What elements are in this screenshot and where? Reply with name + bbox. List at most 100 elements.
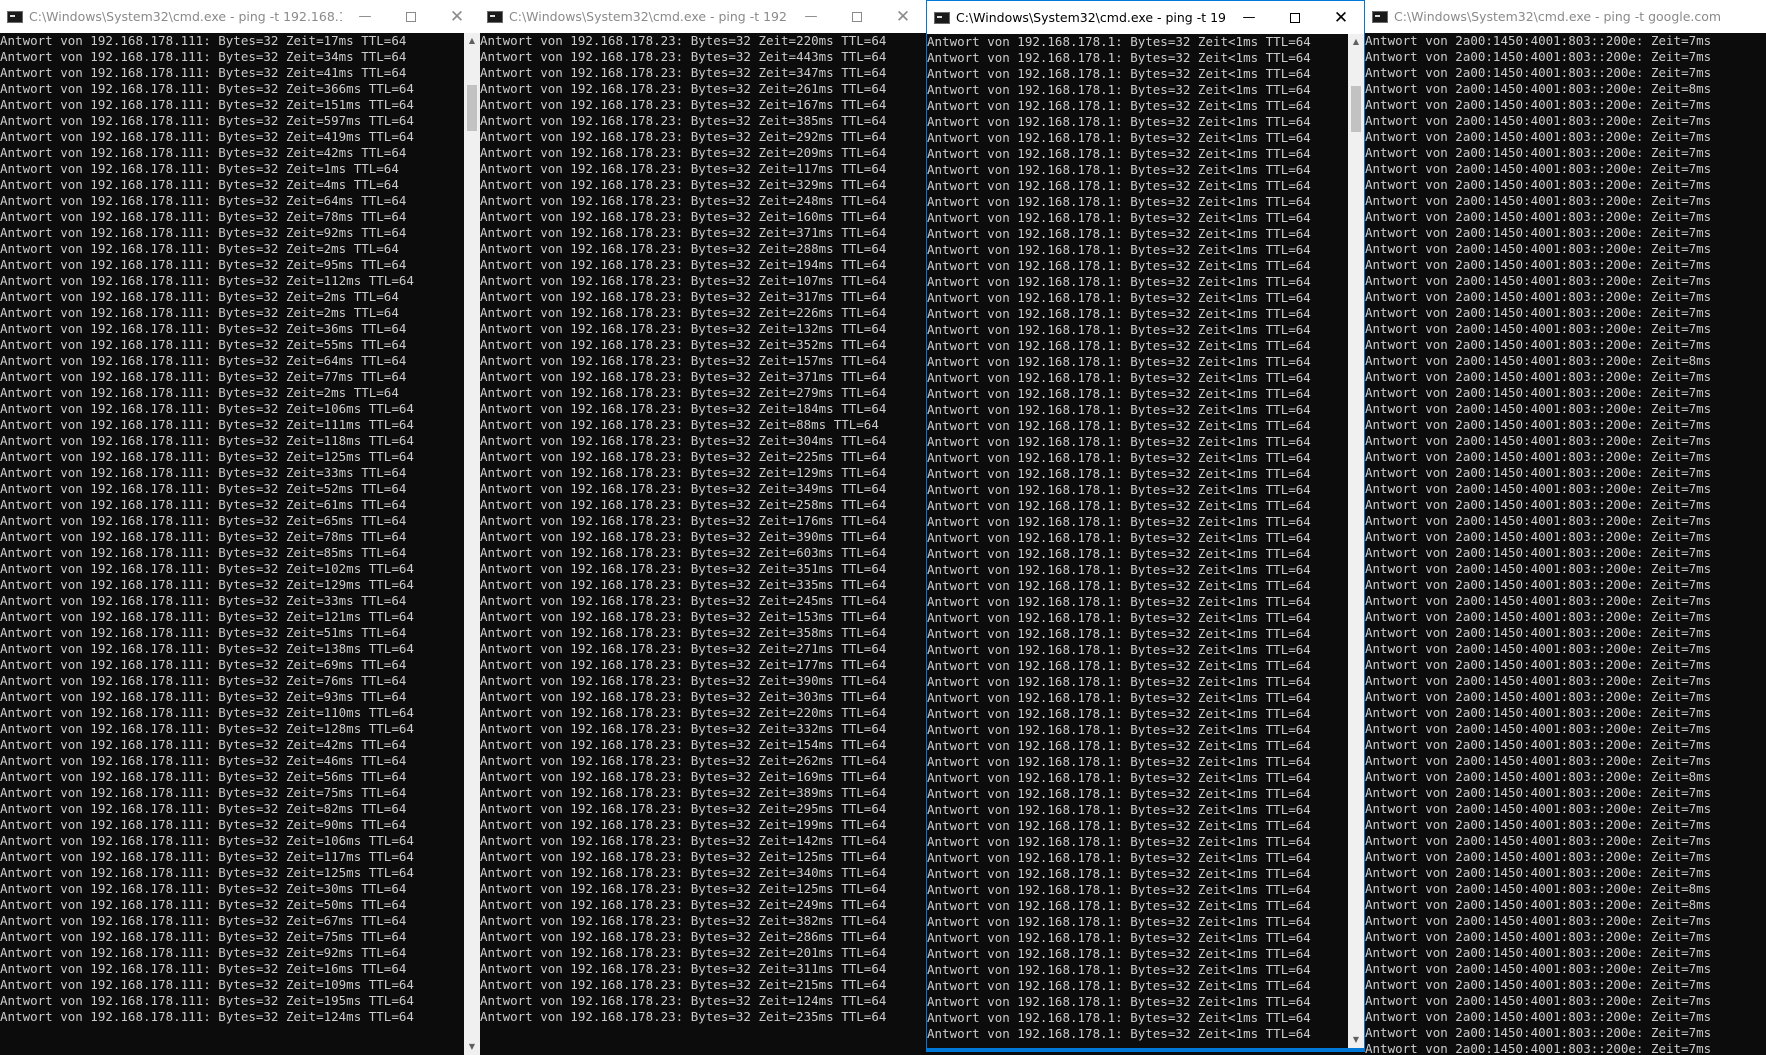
console-line: Antwort von 192.168.178.111: Bytes=32 Ze… [0,193,407,208]
console-line: Antwort von 192.168.178.23: Bytes=32 Zei… [480,769,887,784]
console-line: Antwort von 192.168.178.1: Bytes=32 Zeit… [927,306,1311,321]
console-line: Antwort von 192.168.178.1: Bytes=32 Zeit… [927,706,1311,721]
scrollbar-thumb[interactable] [467,85,477,131]
console-line: Antwort von 2a00:1450:4001:803::200e: Ze… [1365,369,1712,384]
console-line: Antwort von 2a00:1450:4001:803::200e: Ze… [1365,705,1712,720]
console-line: Antwort von 192.168.178.111: Bytes=32 Ze… [0,849,414,864]
console-line: Antwort von 2a00:1450:4001:803::200e: Ze… [1365,1025,1712,1040]
console-line: Antwort von 192.168.178.23: Bytes=32 Zei… [480,529,887,544]
console-line: Antwort von 192.168.178.1: Bytes=32 Zeit… [927,338,1311,353]
console-line: Antwort von 192.168.178.23: Bytes=32 Zei… [480,721,887,736]
maximize-button[interactable] [1272,1,1318,34]
console-line: Antwort von 192.168.178.111: Bytes=32 Ze… [0,609,414,624]
console-line: Antwort von 192.168.178.23: Bytes=32 Zei… [480,817,887,832]
console-line: Antwort von 2a00:1450:4001:803::200e: Ze… [1365,401,1712,416]
scrollbar-thumb[interactable] [1351,86,1361,132]
console-line: Antwort von 192.168.178.1: Bytes=32 Zeit… [927,322,1311,337]
vertical-scrollbar[interactable]: ▲ ▼ [1348,34,1364,1048]
console-line: Antwort von 2a00:1450:4001:803::200e: Ze… [1365,721,1712,736]
console-line: Antwort von 192.168.178.23: Bytes=32 Zei… [480,705,887,720]
scroll-down-arrow-icon[interactable]: ▼ [1348,1032,1364,1048]
cmd-window-ping-192-168-178-1[interactable]: C:\Windows\System32\cmd.exe - ping -t 19… [926,0,1365,1052]
console-output[interactable]: Antwort von 2a00:1450:4001:803::200e: Ze… [1365,33,1766,1055]
console-line: Antwort von 192.168.178.23: Bytes=32 Zei… [480,753,887,768]
console-line: Antwort von 192.168.178.111: Bytes=32 Ze… [0,625,407,640]
console-line: Antwort von 192.168.178.1: Bytes=32 Zeit… [927,258,1311,273]
console-line: Antwort von 192.168.178.23: Bytes=32 Zei… [480,129,887,144]
console-line: Antwort von 192.168.178.111: Bytes=32 Ze… [0,865,414,880]
console-line: Antwort von 2a00:1450:4001:803::200e: Ze… [1365,497,1712,512]
cmd-window-ping-192-168-178-111[interactable]: C:\Windows\System32\cmd.exe - ping -t 19… [0,0,480,1055]
window-titlebar[interactable]: C:\Windows\System32\cmd.exe - ping -t 19… [0,0,480,33]
console-line: Antwort von 2a00:1450:4001:803::200e: Ze… [1365,193,1712,208]
console-line: Antwort von 192.168.178.23: Bytes=32 Zei… [480,305,887,320]
console-line: Antwort von 2a00:1450:4001:803::200e: Ze… [1365,817,1712,832]
console-output[interactable]: Antwort von 192.168.178.23: Bytes=32 Zei… [480,33,926,1055]
console-line: Antwort von 2a00:1450:4001:803::200e: Ze… [1365,609,1712,624]
console-line: Antwort von 192.168.178.111: Bytes=32 Ze… [0,161,399,176]
console-line: Antwort von 192.168.178.111: Bytes=32 Ze… [0,401,414,416]
scroll-up-arrow-icon[interactable]: ▲ [464,33,480,49]
console-line: Antwort von 2a00:1450:4001:803::200e: Ze… [1365,49,1712,64]
console-line: Antwort von 192.168.178.23: Bytes=32 Zei… [480,689,887,704]
console-line: Antwort von 192.168.178.23: Bytes=32 Zei… [480,33,887,48]
console-line: Antwort von 2a00:1450:4001:803::200e: Ze… [1365,209,1712,224]
console-line: Antwort von 2a00:1450:4001:803::200e: Ze… [1365,321,1712,336]
minimize-button[interactable]: — [788,0,834,33]
console-line: Antwort von 192.168.178.23: Bytes=32 Zei… [480,337,887,352]
close-button[interactable]: ✕ [880,0,926,33]
console-line: Antwort von 192.168.178.111: Bytes=32 Ze… [0,465,407,480]
console-line: Antwort von 192.168.178.111: Bytes=32 Ze… [0,593,407,608]
window-titlebar[interactable]: C:\Windows\System32\cmd.exe - ping -t go… [1365,0,1766,33]
close-button[interactable]: ✕ [1318,1,1364,34]
window-titlebar[interactable]: C:\Windows\System32\cmd.exe - ping -t 19… [927,1,1364,34]
console-line: Antwort von 2a00:1450:4001:803::200e: Ze… [1365,849,1712,864]
console-line: Antwort von 192.168.178.23: Bytes=32 Zei… [480,209,887,224]
close-button[interactable]: ✕ [434,0,480,33]
vertical-scrollbar[interactable]: ▲ ▼ [464,33,480,1055]
window-titlebar[interactable]: C:\Windows\System32\cmd.exe - ping -t 19… [480,0,926,33]
console-line: Antwort von 2a00:1450:4001:803::200e: Ze… [1365,81,1712,96]
console-line: Antwort von 192.168.178.1: Bytes=32 Zeit… [927,610,1311,625]
console-line: Antwort von 192.168.178.111: Bytes=32 Ze… [0,801,407,816]
console-line: Antwort von 192.168.178.1: Bytes=32 Zeit… [927,130,1311,145]
maximize-button[interactable] [834,0,880,33]
console-line: Antwort von 192.168.178.111: Bytes=32 Ze… [0,129,414,144]
console-line: Antwort von 192.168.178.1: Bytes=32 Zeit… [927,690,1311,705]
console-line: Antwort von 192.168.178.1: Bytes=32 Zeit… [927,994,1311,1009]
console-line: Antwort von 192.168.178.111: Bytes=32 Ze… [0,961,407,976]
console-line: Antwort von 192.168.178.1: Bytes=32 Zeit… [927,114,1311,129]
console-line: Antwort von 2a00:1450:4001:803::200e: Ze… [1365,641,1712,656]
console-line: Antwort von 2a00:1450:4001:803::200e: Ze… [1365,529,1712,544]
console-line: Antwort von 192.168.178.1: Bytes=32 Zeit… [927,98,1311,113]
console-line: Antwort von 192.168.178.1: Bytes=32 Zeit… [927,402,1311,417]
console-line: Antwort von 2a00:1450:4001:803::200e: Ze… [1365,33,1712,48]
console-line: Antwort von 2a00:1450:4001:803::200e: Ze… [1365,449,1712,464]
cmd-window-ping-192-168-178-23[interactable]: C:\Windows\System32\cmd.exe - ping -t 19… [480,0,926,1055]
console-line: Antwort von 192.168.178.1: Bytes=32 Zeit… [927,178,1311,193]
cmd-window-ping-google-com[interactable]: C:\Windows\System32\cmd.exe - ping -t go… [1365,0,1766,1055]
console-line: Antwort von 192.168.178.111: Bytes=32 Ze… [0,369,407,384]
console-line: Antwort von 192.168.178.1: Bytes=32 Zeit… [927,482,1311,497]
window-title: C:\Windows\System32\cmd.exe - ping -t 19… [29,9,342,24]
console-line: Antwort von 192.168.178.23: Bytes=32 Zei… [480,225,887,240]
console-line: Antwort von 192.168.178.23: Bytes=32 Zei… [480,417,879,432]
console-line: Antwort von 192.168.178.111: Bytes=32 Ze… [0,641,414,656]
console-output[interactable]: Antwort von 192.168.178.1: Bytes=32 Zeit… [927,34,1348,1048]
maximize-button[interactable] [388,0,434,33]
console-line: Antwort von 192.168.178.111: Bytes=32 Ze… [0,977,414,992]
console-line: Antwort von 2a00:1450:4001:803::200e: Ze… [1365,1041,1712,1055]
console-output[interactable]: Antwort von 192.168.178.111: Bytes=32 Ze… [0,33,464,1055]
console-line: Antwort von 192.168.178.23: Bytes=32 Zei… [480,785,887,800]
scroll-up-arrow-icon[interactable]: ▲ [1348,34,1364,50]
console-line: Antwort von 192.168.178.23: Bytes=32 Zei… [480,849,887,864]
minimize-button[interactable]: — [342,0,388,33]
console-line: Antwort von 192.168.178.111: Bytes=32 Ze… [0,209,407,224]
console-line: Antwort von 192.168.178.111: Bytes=32 Ze… [0,721,414,736]
scroll-down-arrow-icon[interactable]: ▼ [464,1039,480,1055]
console-line: Antwort von 2a00:1450:4001:803::200e: Ze… [1365,145,1712,160]
console-line: Antwort von 192.168.178.1: Bytes=32 Zeit… [927,354,1311,369]
console-line: Antwort von 192.168.178.1: Bytes=32 Zeit… [927,226,1311,241]
minimize-button[interactable]: — [1226,1,1272,34]
console-line: Antwort von 192.168.178.111: Bytes=32 Ze… [0,225,407,240]
